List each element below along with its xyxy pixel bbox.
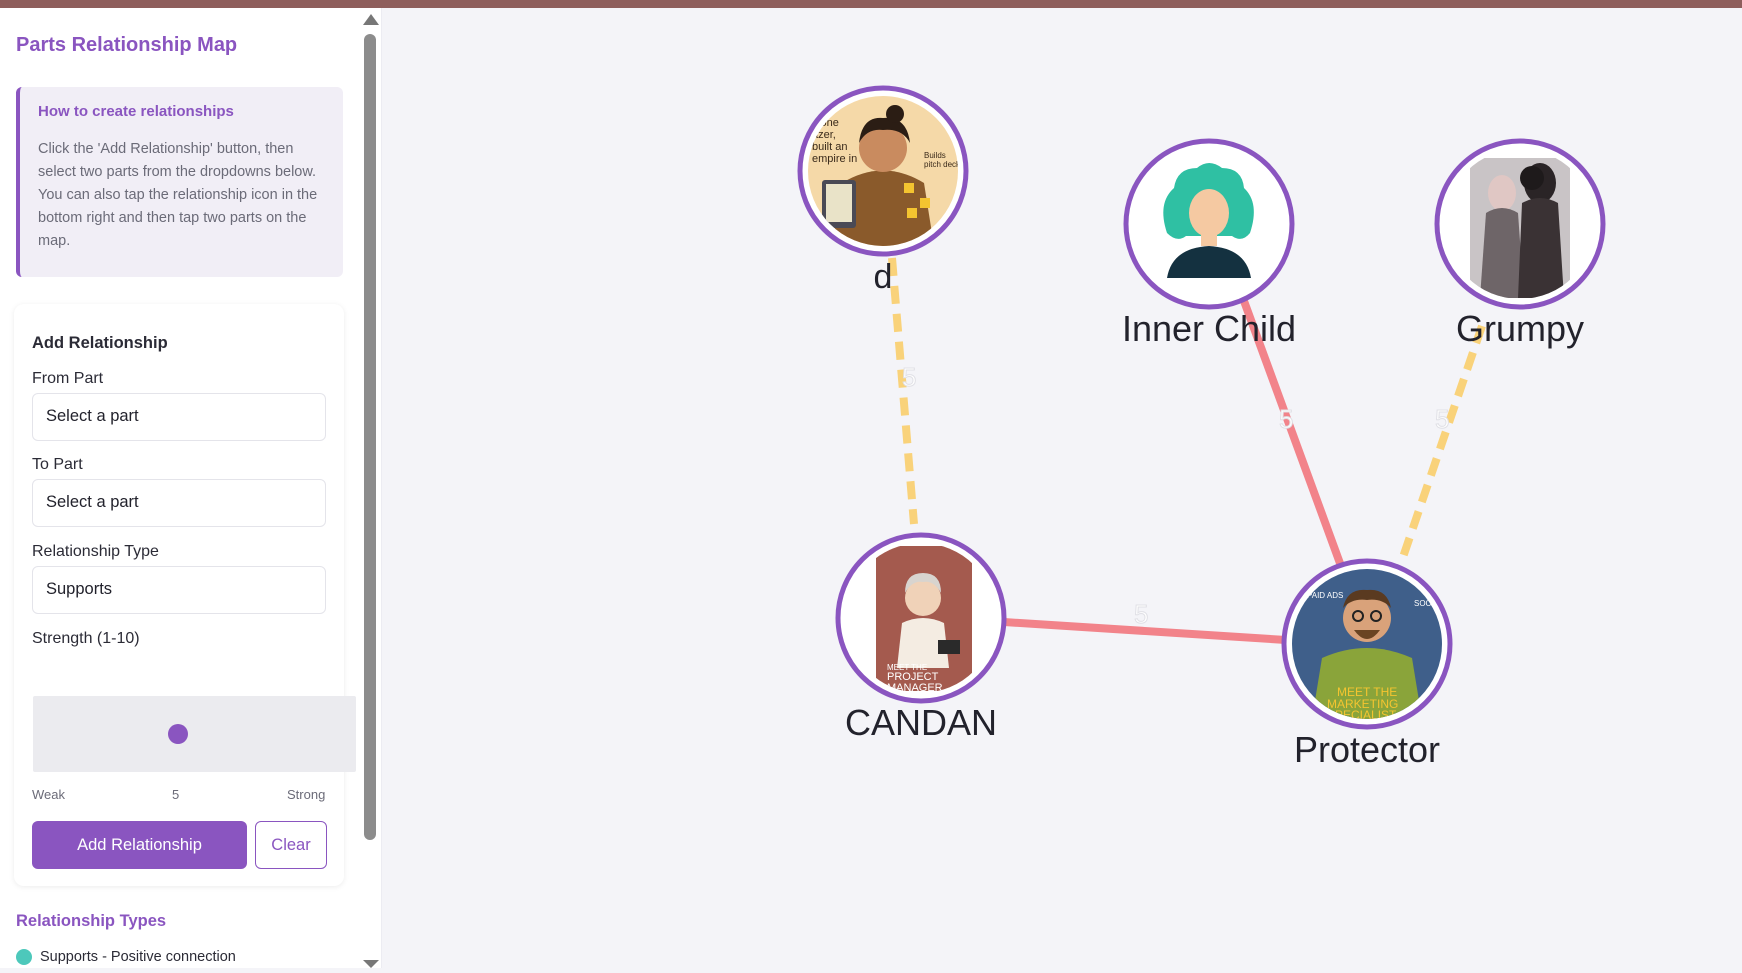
howto-title: How to create relationships	[38, 103, 234, 120]
clear-button[interactable]: Clear	[255, 821, 327, 869]
scrollbar-thumb[interactable]	[364, 34, 376, 840]
node-label: d	[874, 258, 893, 296]
map-svg: 5 5 5 5 s one azer, built an empire in B…	[797, 85, 1606, 770]
node-label: Inner Child	[1122, 308, 1296, 349]
edge-strength-label: 5	[1279, 404, 1293, 434]
howto-text: Click the 'Add Relationship' button, the…	[38, 141, 318, 249]
edge-strength-label: 5	[902, 362, 916, 392]
relationship-map-canvas[interactable]: 5 5 5 5 s one azer, built an empire in B…	[382, 8, 1742, 968]
node-label: Grumpy	[1456, 308, 1584, 349]
edge-grumpy-protector[interactable]	[1398, 324, 1486, 562]
relationship-type-select[interactable]: Supports	[32, 566, 326, 614]
from-part-label: From Part	[32, 370, 104, 387]
svg-text:built an: built an	[812, 141, 847, 153]
node-inner-child[interactable]: Inner Child	[1122, 138, 1296, 349]
from-part-select[interactable]: Select a part	[32, 393, 326, 441]
top-accent-bar	[0, 0, 1742, 8]
node-candan[interactable]: MEET THE PROJECT MANAGER CANDAN	[835, 532, 1007, 743]
avatar-placeholder-icon	[1134, 149, 1284, 299]
scale-max-label: Strong	[287, 787, 326, 802]
scroll-down-arrow-icon[interactable]	[363, 960, 379, 968]
strength-label: Strength (1-10)	[32, 630, 140, 647]
relationship-types-title: Relationship Types	[16, 912, 167, 930]
sidebar-title: Parts Relationship Map	[16, 34, 238, 56]
node-avatar-photo	[1445, 149, 1595, 299]
strength-value: 5	[172, 787, 180, 802]
relationship-type-label: Relationship Type	[32, 543, 159, 560]
edge-strength-label: 5	[1134, 599, 1148, 629]
node-protector[interactable]: MEET THE MARKETING SPECIALIST PAID ADS S…	[1281, 558, 1453, 770]
supports-color-dot	[16, 949, 32, 965]
strength-slider[interactable]	[33, 696, 356, 772]
svg-text:empire in: empire in	[812, 153, 857, 165]
scroll-up-arrow-icon[interactable]	[363, 14, 379, 25]
add-relationship-button[interactable]: Add Relationship	[32, 821, 247, 869]
card-title: Add Relationship	[32, 334, 168, 352]
to-part-select[interactable]: Select a part	[32, 479, 326, 527]
slider-thumb[interactable]	[168, 724, 188, 744]
node-d[interactable]: s one azer, built an empire in Builds pi…	[797, 85, 969, 296]
node-grumpy[interactable]: Grumpy	[1434, 138, 1606, 349]
add-relationship-card: Add Relationship From Part Select a part…	[14, 304, 356, 886]
relationship-type-label: Supports - Positive connection	[40, 949, 236, 965]
svg-text:Builds: Builds	[924, 151, 946, 160]
node-label: Protector	[1294, 729, 1440, 770]
to-part-label: To Part	[32, 456, 83, 473]
sidebar: Parts Relationship Map How to create rel…	[0, 8, 382, 968]
relationship-type-item: Supports - Positive connection	[16, 949, 236, 965]
node-avatar-illustration: MEET THE PROJECT MANAGER	[846, 543, 996, 693]
node-label: CANDAN	[845, 702, 997, 743]
scale-min-label: Weak	[32, 787, 65, 802]
howto-box: How to create relationships Click the 'A…	[16, 87, 343, 277]
edge-strength-label: 5	[1435, 404, 1449, 434]
